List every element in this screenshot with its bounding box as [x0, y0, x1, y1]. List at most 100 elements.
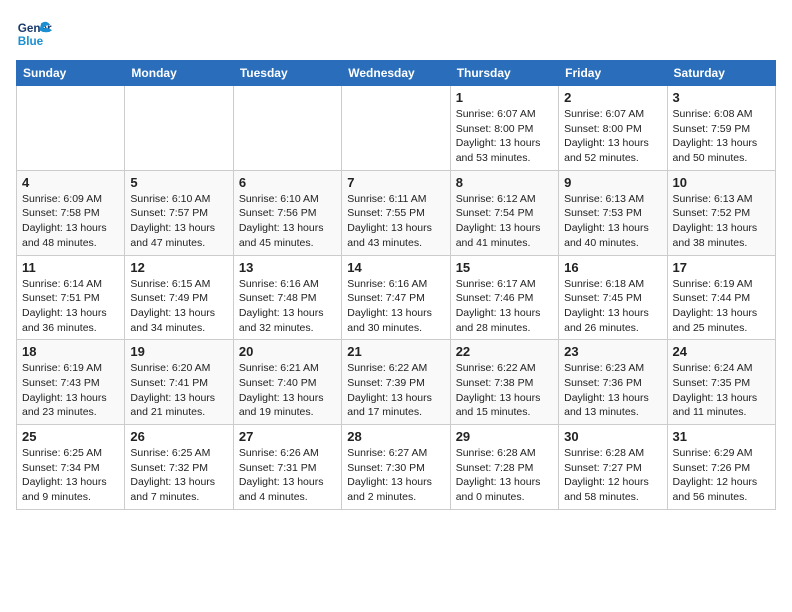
- day-info: Sunrise: 6:26 AM Sunset: 7:31 PM Dayligh…: [239, 446, 336, 505]
- day-number: 20: [239, 344, 336, 359]
- calendar-cell: [17, 86, 125, 171]
- day-number: 22: [456, 344, 553, 359]
- day-info: Sunrise: 6:17 AM Sunset: 7:46 PM Dayligh…: [456, 277, 553, 336]
- day-info: Sunrise: 6:08 AM Sunset: 7:59 PM Dayligh…: [673, 107, 770, 166]
- day-number: 10: [673, 175, 770, 190]
- week-row-2: 4Sunrise: 6:09 AM Sunset: 7:58 PM Daylig…: [17, 170, 776, 255]
- calendar-cell: 30Sunrise: 6:28 AM Sunset: 7:27 PM Dayli…: [559, 425, 667, 510]
- calendar-cell: [125, 86, 233, 171]
- day-number: 7: [347, 175, 444, 190]
- calendar-cell: 24 Sunrise: 6:24 AM Sunset: 7:35 PM Dayli…: [667, 340, 775, 425]
- day-info: Sunrise: 6:10 AM Sunset: 7:56 PM Dayligh…: [239, 192, 336, 251]
- day-info: Sunrise: 6:22 AM Sunset: 7:38 PM Dayligh…: [456, 361, 553, 420]
- day-number: 23: [564, 344, 661, 359]
- day-number: 17: [673, 260, 770, 275]
- calendar-cell: 16 Sunrise: 6:18 AM Sunset: 7:45 PM Dayli…: [559, 255, 667, 340]
- day-info: Sunrise: 6:23 AM Sunset: 7:36 PM Dayligh…: [564, 361, 661, 420]
- day-number: 31: [673, 429, 770, 444]
- day-number: 14: [347, 260, 444, 275]
- day-number: 24: [673, 344, 770, 359]
- day-info: Sunrise: 6:07 AM Sunset: 8:00 PM Dayligh…: [564, 107, 661, 166]
- calendar-cell: 11Sunrise: 6:14 AM Sunset: 7:51 PM Dayli…: [17, 255, 125, 340]
- day-info: Sunrise: 6:13 AM Sunset: 7:52 PM Dayligh…: [673, 192, 770, 251]
- day-info: Sunrise: 6:29 AM Sunset: 7:26 PM Dayligh…: [673, 446, 770, 505]
- day-number: 21: [347, 344, 444, 359]
- calendar-cell: 15 Sunrise: 6:17 AM Sunset: 7:46 PM Dayli…: [450, 255, 558, 340]
- calendar-cell: 22 Sunrise: 6:22 AM Sunset: 7:38 PM Dayli…: [450, 340, 558, 425]
- svg-text:Blue: Blue: [18, 35, 44, 48]
- calendar-cell: 23 Sunrise: 6:23 AM Sunset: 7:36 PM Dayli…: [559, 340, 667, 425]
- day-number: 8: [456, 175, 553, 190]
- day-info: Sunrise: 6:16 AM Sunset: 7:48 PM Dayligh…: [239, 277, 336, 336]
- day-info: Sunrise: 6:10 AM Sunset: 7:57 PM Dayligh…: [130, 192, 227, 251]
- day-number: 12: [130, 260, 227, 275]
- weekday-header-monday: Monday: [125, 61, 233, 86]
- calendar-cell: 25 Sunrise: 6:25 AM Sunset: 7:34 PM Dayli…: [17, 425, 125, 510]
- header: General Blue: [16, 16, 776, 52]
- weekday-header-row: SundayMondayTuesdayWednesdayThursdayFrid…: [17, 61, 776, 86]
- weekday-header-thursday: Thursday: [450, 61, 558, 86]
- calendar-cell: 20 Sunrise: 6:21 AM Sunset: 7:40 PM Dayli…: [233, 340, 341, 425]
- calendar-cell: [342, 86, 450, 171]
- day-info: Sunrise: 6:18 AM Sunset: 7:45 PM Dayligh…: [564, 277, 661, 336]
- day-number: 16: [564, 260, 661, 275]
- day-info: Sunrise: 6:19 AM Sunset: 7:44 PM Dayligh…: [673, 277, 770, 336]
- calendar-cell: 3 Sunrise: 6:08 AM Sunset: 7:59 PM Daylig…: [667, 86, 775, 171]
- day-number: 9: [564, 175, 661, 190]
- day-number: 19: [130, 344, 227, 359]
- day-info: Sunrise: 6:27 AM Sunset: 7:30 PM Dayligh…: [347, 446, 444, 505]
- calendar-cell: 9 Sunrise: 6:13 AM Sunset: 7:53 PM Daylig…: [559, 170, 667, 255]
- logo-icon: General Blue: [16, 16, 52, 52]
- calendar-cell: 4Sunrise: 6:09 AM Sunset: 7:58 PM Daylig…: [17, 170, 125, 255]
- day-info: Sunrise: 6:11 AM Sunset: 7:55 PM Dayligh…: [347, 192, 444, 251]
- calendar-cell: 1Sunrise: 6:07 AM Sunset: 8:00 PM Daylig…: [450, 86, 558, 171]
- day-number: 15: [456, 260, 553, 275]
- day-number: 11: [22, 260, 119, 275]
- day-number: 25: [22, 429, 119, 444]
- calendar-cell: 6 Sunrise: 6:10 AM Sunset: 7:56 PM Daylig…: [233, 170, 341, 255]
- weekday-header-sunday: Sunday: [17, 61, 125, 86]
- day-info: Sunrise: 6:13 AM Sunset: 7:53 PM Dayligh…: [564, 192, 661, 251]
- day-number: 3: [673, 90, 770, 105]
- day-number: 18: [22, 344, 119, 359]
- day-number: 29: [456, 429, 553, 444]
- day-info: Sunrise: 6:22 AM Sunset: 7:39 PM Dayligh…: [347, 361, 444, 420]
- day-number: 2: [564, 90, 661, 105]
- day-info: Sunrise: 6:21 AM Sunset: 7:40 PM Dayligh…: [239, 361, 336, 420]
- day-info: Sunrise: 6:24 AM Sunset: 7:35 PM Dayligh…: [673, 361, 770, 420]
- calendar-cell: 29 Sunrise: 6:28 AM Sunset: 7:28 PM Dayli…: [450, 425, 558, 510]
- day-info: Sunrise: 6:25 AM Sunset: 7:34 PM Dayligh…: [22, 446, 119, 505]
- calendar-table: SundayMondayTuesdayWednesdayThursdayFrid…: [16, 60, 776, 510]
- calendar-cell: [233, 86, 341, 171]
- calendar-cell: 5Sunrise: 6:10 AM Sunset: 7:57 PM Daylig…: [125, 170, 233, 255]
- day-number: 13: [239, 260, 336, 275]
- day-number: 27: [239, 429, 336, 444]
- calendar-cell: 18 Sunrise: 6:19 AM Sunset: 7:43 PM Dayli…: [17, 340, 125, 425]
- week-row-3: 11Sunrise: 6:14 AM Sunset: 7:51 PM Dayli…: [17, 255, 776, 340]
- calendar-cell: 19 Sunrise: 6:20 AM Sunset: 7:41 PM Dayli…: [125, 340, 233, 425]
- day-number: 6: [239, 175, 336, 190]
- day-info: Sunrise: 6:19 AM Sunset: 7:43 PM Dayligh…: [22, 361, 119, 420]
- day-info: Sunrise: 6:12 AM Sunset: 7:54 PM Dayligh…: [456, 192, 553, 251]
- weekday-header-friday: Friday: [559, 61, 667, 86]
- calendar-cell: 17 Sunrise: 6:19 AM Sunset: 7:44 PM Dayli…: [667, 255, 775, 340]
- day-info: Sunrise: 6:16 AM Sunset: 7:47 PM Dayligh…: [347, 277, 444, 336]
- day-info: Sunrise: 6:28 AM Sunset: 7:28 PM Dayligh…: [456, 446, 553, 505]
- calendar-cell: 26Sunrise: 6:25 AM Sunset: 7:32 PM Dayli…: [125, 425, 233, 510]
- calendar-cell: 10 Sunrise: 6:13 AM Sunset: 7:52 PM Dayli…: [667, 170, 775, 255]
- calendar-cell: 21 Sunrise: 6:22 AM Sunset: 7:39 PM Dayli…: [342, 340, 450, 425]
- day-number: 30: [564, 429, 661, 444]
- day-number: 4: [22, 175, 119, 190]
- week-row-1: 1Sunrise: 6:07 AM Sunset: 8:00 PM Daylig…: [17, 86, 776, 171]
- calendar-cell: 8 Sunrise: 6:12 AM Sunset: 7:54 PM Daylig…: [450, 170, 558, 255]
- day-number: 28: [347, 429, 444, 444]
- week-row-4: 18 Sunrise: 6:19 AM Sunset: 7:43 PM Dayli…: [17, 340, 776, 425]
- calendar-cell: 27 Sunrise: 6:26 AM Sunset: 7:31 PM Dayli…: [233, 425, 341, 510]
- week-row-5: 25 Sunrise: 6:25 AM Sunset: 7:34 PM Dayli…: [17, 425, 776, 510]
- calendar-cell: 14 Sunrise: 6:16 AM Sunset: 7:47 PM Dayli…: [342, 255, 450, 340]
- weekday-header-saturday: Saturday: [667, 61, 775, 86]
- day-info: Sunrise: 6:20 AM Sunset: 7:41 PM Dayligh…: [130, 361, 227, 420]
- day-info: Sunrise: 6:15 AM Sunset: 7:49 PM Dayligh…: [130, 277, 227, 336]
- calendar-cell: 13 Sunrise: 6:16 AM Sunset: 7:48 PM Dayli…: [233, 255, 341, 340]
- calendar-cell: 31 Sunrise: 6:29 AM Sunset: 7:26 PM Dayli…: [667, 425, 775, 510]
